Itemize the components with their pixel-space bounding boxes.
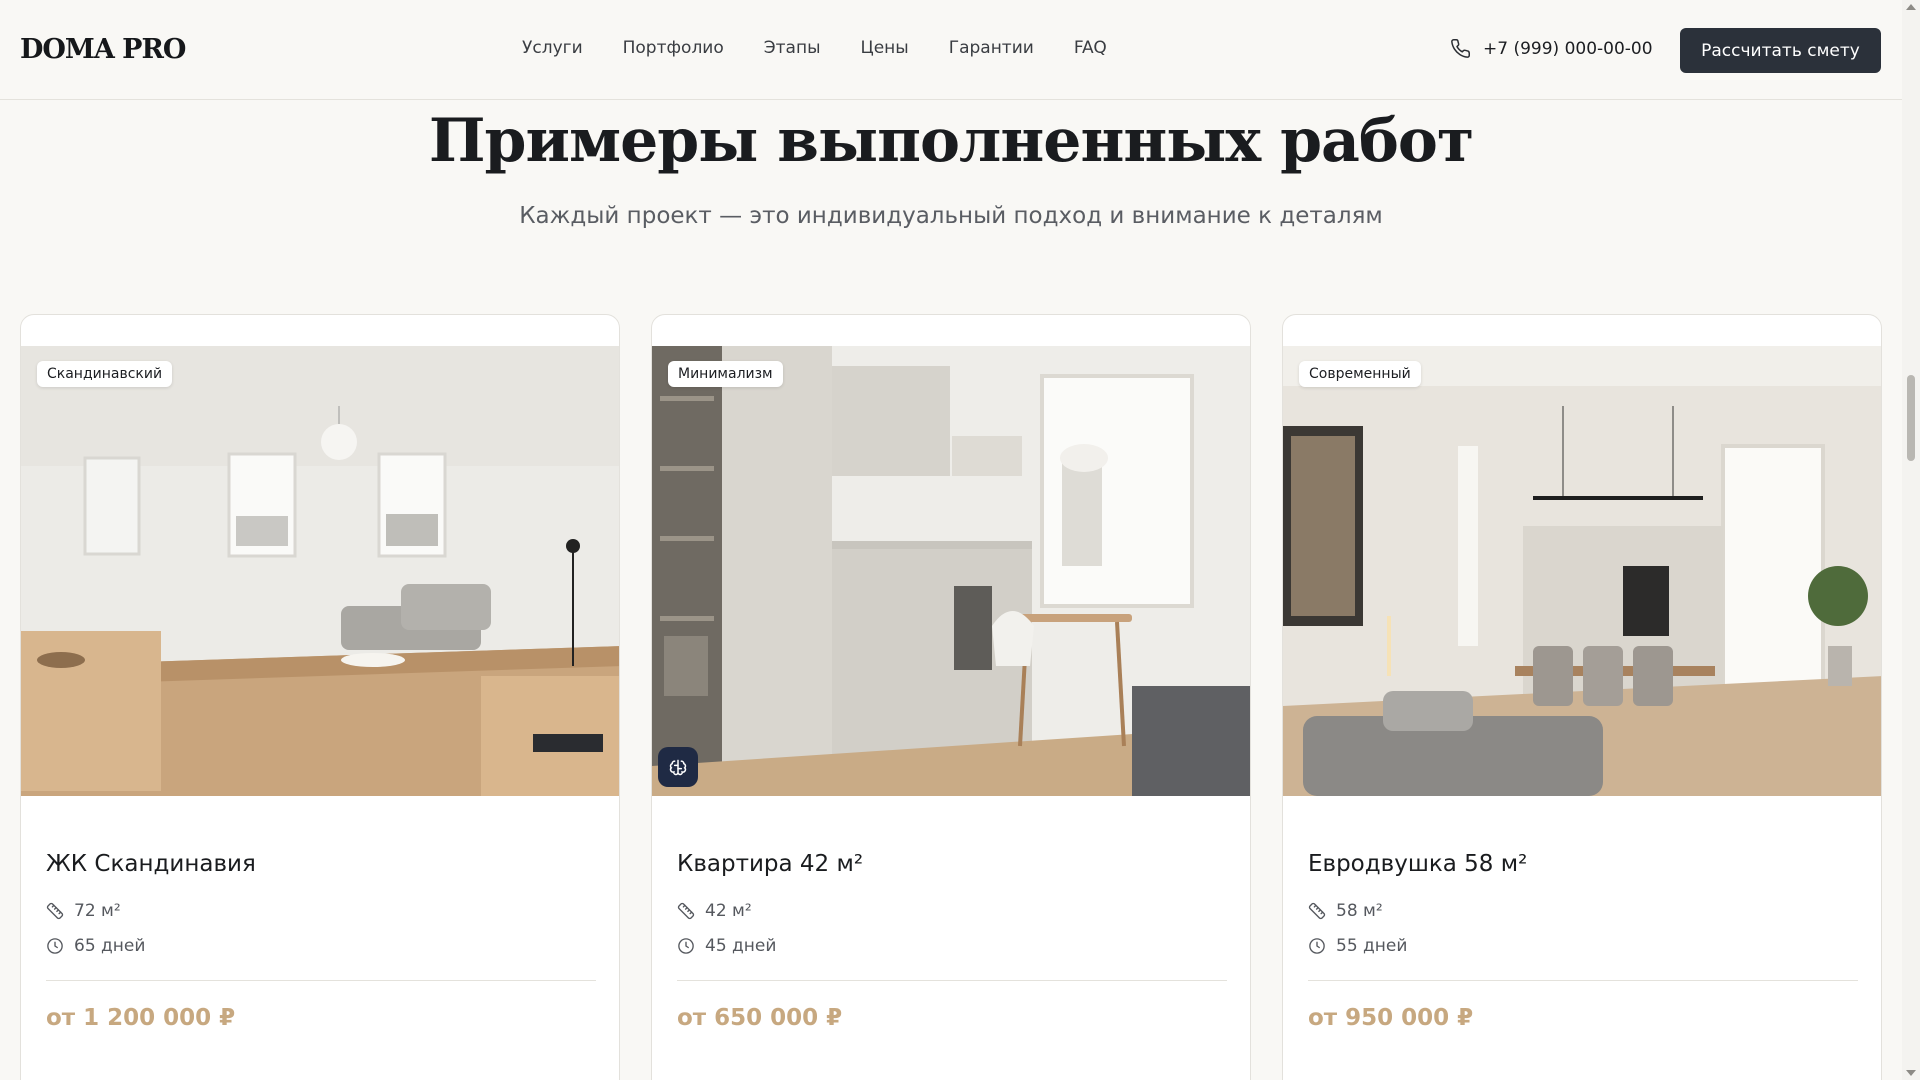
phone-number: +7 (999) 000-00-00 <box>1483 38 1653 59</box>
scroll-down-arrow[interactable] <box>1906 1070 1916 1076</box>
brain-icon <box>669 759 687 776</box>
nav-item-faq[interactable]: FAQ <box>1074 38 1107 58</box>
ruler-icon <box>46 902 64 920</box>
project-title: ЖК Скандинавия <box>46 851 256 877</box>
project-area: 58 м² <box>1308 901 1383 921</box>
card-divider <box>677 980 1227 981</box>
style-badge: Скандинавский <box>37 361 173 387</box>
clock-icon <box>1309 938 1325 954</box>
page-scrollbar[interactable] <box>1902 0 1920 1080</box>
ai-generated-badge[interactable] <box>658 747 698 787</box>
nav-item-prices[interactable]: Цены <box>861 38 909 58</box>
project-duration: 45 дней <box>677 936 776 956</box>
project-area: 72 м² <box>46 901 121 921</box>
card-divider <box>46 980 596 981</box>
ruler-icon <box>1308 902 1326 920</box>
duration-value: 65 дней <box>74 936 146 956</box>
project-card[interactable]: Минимализм Квартира 42 м² 42 м² 45 дней … <box>651 314 1251 1080</box>
duration-value: 55 дней <box>1336 936 1408 956</box>
site-header: DOMA PRO Услуги Портфолио Этапы Цены Гар… <box>0 0 1902 100</box>
ruler-icon <box>677 902 695 920</box>
area-value: 72 м² <box>74 901 121 921</box>
duration-value: 45 дней <box>705 936 777 956</box>
nav-item-portfolio[interactable]: Портфолио <box>623 38 724 58</box>
project-title: Евродвушка 58 м² <box>1308 851 1528 877</box>
scroll-up-arrow[interactable] <box>1906 4 1916 10</box>
area-value: 42 м² <box>705 901 752 921</box>
nav-item-guarantees[interactable]: Гарантии <box>949 38 1034 58</box>
clock-icon <box>678 938 694 954</box>
style-badge: Минимализм <box>668 361 783 387</box>
project-card[interactable]: Современный Евродвушка 58 м² 58 м² 55 дн… <box>1282 314 1882 1080</box>
site-logo[interactable]: DOMA PRO <box>20 34 186 65</box>
area-value: 58 м² <box>1336 901 1383 921</box>
project-title: Квартира 42 м² <box>677 851 864 877</box>
project-card[interactable]: Скандинавский ЖК Скандинавия 72 м² 65 дн… <box>20 314 620 1080</box>
project-price: от 1 200 000 ₽ <box>46 1005 236 1031</box>
project-photo <box>652 346 1250 796</box>
project-price: от 650 000 ₽ <box>677 1005 843 1031</box>
project-price: от 950 000 ₽ <box>1308 1005 1474 1031</box>
phone-icon <box>1451 39 1470 58</box>
project-photo <box>21 346 619 796</box>
clock-icon <box>47 938 63 954</box>
scroll-thumb[interactable] <box>1907 375 1915 461</box>
nav-item-services[interactable]: Услуги <box>522 38 583 58</box>
style-badge: Современный <box>1299 361 1421 387</box>
project-photo <box>1283 346 1881 796</box>
project-duration: 55 дней <box>1308 936 1407 956</box>
main-nav: Услуги Портфолио Этапы Цены Гарантии FAQ <box>522 38 1107 58</box>
card-divider <box>1308 980 1858 981</box>
section-subtitle: Каждый проект — это индивидуальный подхо… <box>519 203 1383 229</box>
section-title: Примеры выполненных работ <box>428 106 1474 176</box>
project-area: 42 м² <box>677 901 752 921</box>
phone-link[interactable]: +7 (999) 000-00-00 <box>1450 38 1653 59</box>
project-duration: 65 дней <box>46 936 145 956</box>
calculate-estimate-button[interactable]: Рассчитать смету <box>1680 28 1881 73</box>
nav-item-stages[interactable]: Этапы <box>764 38 821 58</box>
